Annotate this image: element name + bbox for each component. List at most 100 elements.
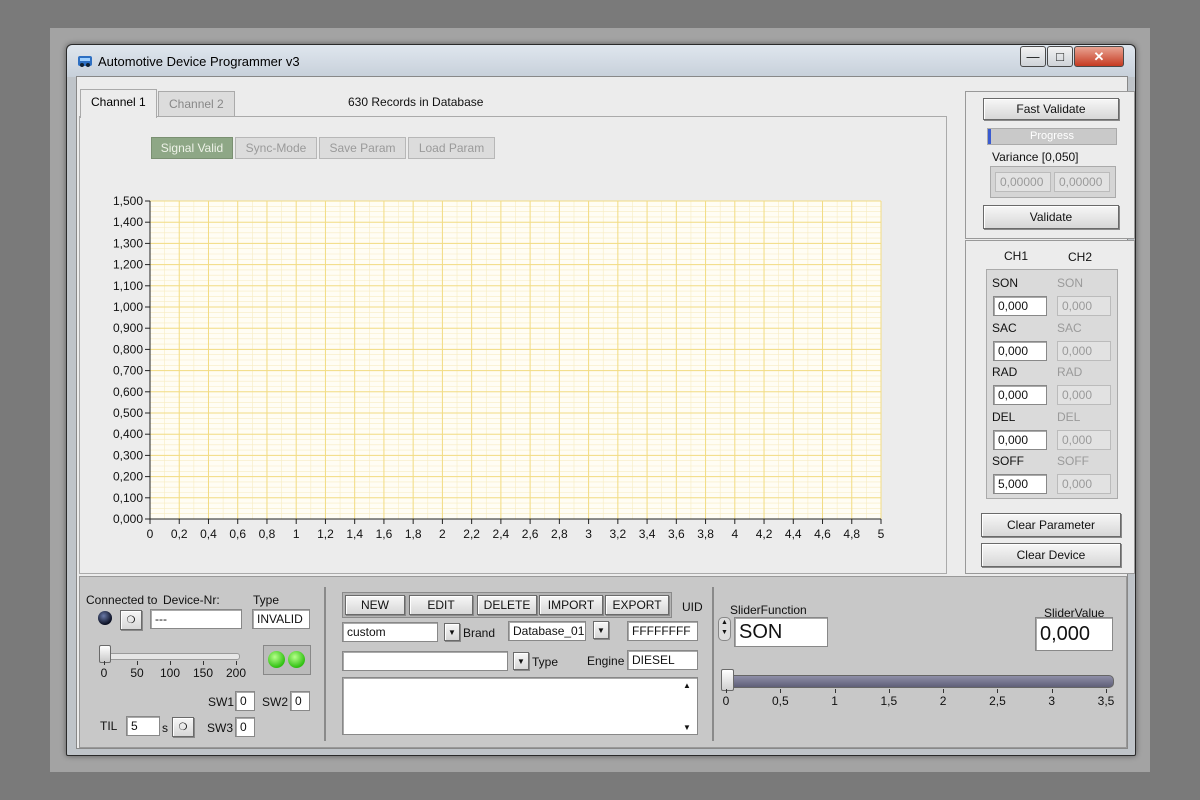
param-soff-label: SOFF bbox=[992, 454, 1024, 468]
stepper-up-icon: ▲ bbox=[721, 619, 728, 626]
main-slider-tick-label: 1 bbox=[831, 694, 838, 708]
import-button[interactable]: IMPORT bbox=[539, 595, 603, 615]
x-tick-label: 1 bbox=[293, 527, 300, 541]
clear-parameter-button[interactable]: Clear Parameter bbox=[981, 513, 1121, 537]
param-soff-ch1-field[interactable]: 5,000 bbox=[993, 474, 1047, 494]
main-slider-thumb[interactable] bbox=[721, 669, 734, 691]
tab-channel-1[interactable]: Channel 1 bbox=[80, 89, 157, 118]
til-button[interactable]: ❍ bbox=[172, 717, 194, 737]
x-tick-label: 2,6 bbox=[522, 527, 539, 541]
til-label: TIL bbox=[100, 719, 118, 733]
device-slider-thumb[interactable] bbox=[99, 645, 111, 663]
engine-field[interactable]: DIESEL bbox=[627, 650, 698, 670]
param-sac-ch1-field[interactable]: 0,000 bbox=[993, 340, 1047, 361]
brand-dropdown-button[interactable]: ▼ bbox=[444, 623, 460, 641]
edit-button[interactable]: EDIT bbox=[409, 595, 473, 615]
device-slider-tick bbox=[137, 661, 138, 665]
validate-button[interactable]: Validate bbox=[983, 205, 1119, 229]
device-slider-tick-label: 0 bbox=[100, 666, 108, 680]
param-soff-ch2-field: 0,000 bbox=[1057, 474, 1111, 494]
main-slider-tick bbox=[1106, 689, 1107, 693]
sw2-label: SW2 bbox=[262, 695, 289, 709]
fast-validate-button[interactable]: Fast Validate bbox=[983, 98, 1119, 120]
progress-label: Progress bbox=[1029, 130, 1075, 142]
sw3-field[interactable]: 0 bbox=[235, 717, 255, 737]
device-nr-field[interactable]: --- bbox=[150, 609, 242, 629]
new-button[interactable]: NEW bbox=[345, 595, 405, 615]
x-tick-label: 2,2 bbox=[463, 527, 480, 541]
maximize-button[interactable]: □ bbox=[1047, 46, 1073, 67]
device-slider-track[interactable] bbox=[102, 653, 240, 660]
param-son-ch1-field[interactable]: 0,000 bbox=[993, 296, 1047, 316]
y-tick-label: 0,300 bbox=[113, 448, 143, 462]
x-tick-label: 0,4 bbox=[200, 527, 217, 541]
variance-group: 0,00000 0,00000 bbox=[990, 166, 1116, 198]
param-del-ch1-field[interactable]: 0,000 bbox=[993, 429, 1047, 450]
param-rad-label: RAD bbox=[992, 365, 1018, 379]
app-icon bbox=[78, 56, 92, 67]
parameter-grid: SON SON 0,000 0,000 SAC SAC 0,000 0,000 RAD RAD 0,… bbox=[986, 269, 1118, 499]
connect-button[interactable]: ❍ bbox=[120, 610, 142, 630]
signal-chart: 0,000 0,100 0,200 0,300 0,400 0,500 0,600 0,700… bbox=[113, 194, 885, 541]
save-param-button[interactable]: Save Param bbox=[319, 137, 406, 159]
load-param-button[interactable]: Load Param bbox=[408, 137, 495, 159]
tab-channel-2[interactable]: Channel 2 bbox=[158, 91, 235, 118]
export-button[interactable]: EXPORT bbox=[605, 595, 669, 615]
param-sac-ch2-label: SAC bbox=[1057, 320, 1082, 335]
main-slider-tick bbox=[780, 689, 782, 693]
slider-function-field[interactable]: SON bbox=[734, 617, 828, 647]
sync-mode-button[interactable]: Sync-Mode bbox=[235, 137, 317, 159]
device-slider-tick-label: 150 bbox=[192, 666, 214, 680]
scroll-down-icon[interactable]: ▼ bbox=[683, 723, 691, 732]
notes-textarea[interactable] bbox=[342, 677, 698, 735]
variance-value-1: 0,00000 bbox=[995, 172, 1051, 192]
slider-function-stepper[interactable]: ▲ ▼ bbox=[718, 617, 731, 641]
x-tick-label: 2 bbox=[439, 527, 446, 541]
slider-function-label: SliderFunction bbox=[730, 603, 807, 617]
device-slider-tick bbox=[104, 661, 105, 665]
y-tick-label: 1,400 bbox=[113, 215, 143, 229]
main-slider-track[interactable] bbox=[722, 675, 1114, 688]
slider-value-field[interactable]: 0,000 bbox=[1035, 617, 1113, 651]
title-bar[interactable]: Automotive Device Programmer v3 — □ ✕ bbox=[67, 45, 1135, 77]
variance-value-2: 0,00000 bbox=[1054, 172, 1110, 192]
variance-label: Variance [0,050] bbox=[992, 150, 1079, 164]
til-field[interactable]: 5 bbox=[126, 716, 160, 736]
main-slider-tick-label: 0,5 bbox=[771, 694, 789, 708]
connect-icon: ❍ bbox=[126, 614, 136, 626]
type-text-field[interactable] bbox=[342, 651, 508, 671]
x-tick-label: 1,6 bbox=[376, 527, 393, 541]
y-tick-label: 0,000 bbox=[113, 512, 143, 526]
client-area: Channel 1 Channel 2 630 Records in Datab… bbox=[76, 76, 1135, 749]
scroll-up-icon[interactable]: ▲ bbox=[683, 681, 691, 690]
minimize-button[interactable]: — bbox=[1020, 46, 1046, 67]
x-tick-label: 3,2 bbox=[609, 527, 626, 541]
param-del-ch2-label: DEL bbox=[1057, 409, 1081, 424]
database-select[interactable]: Database_01 bbox=[508, 621, 586, 641]
signal-valid-button[interactable]: Signal Valid bbox=[151, 137, 233, 159]
database-dropdown-button[interactable]: ▼ bbox=[593, 621, 609, 639]
param-rad-ch1-field[interactable]: 0,000 bbox=[993, 385, 1047, 405]
uid-label: UID bbox=[682, 600, 703, 614]
param-del-label: DEL bbox=[992, 409, 1016, 424]
type-dropdown-button[interactable]: ▼ bbox=[513, 652, 529, 670]
uid-field[interactable]: FFFFFFFF bbox=[627, 621, 698, 641]
til-unit-label: s bbox=[162, 721, 168, 735]
main-slider-tick-label: 1,5 bbox=[880, 694, 898, 708]
x-tick-label: 0,8 bbox=[259, 527, 276, 541]
sw1-label: SW1 bbox=[208, 695, 235, 709]
close-button[interactable]: ✕ bbox=[1074, 46, 1124, 67]
y-tick-label: 0,800 bbox=[113, 342, 143, 356]
delete-button[interactable]: DELETE bbox=[477, 595, 537, 615]
sw2-field[interactable]: 0 bbox=[290, 691, 310, 711]
progress-bar: Progress bbox=[987, 128, 1117, 145]
x-tick-label: 0,2 bbox=[171, 527, 188, 541]
connection-led-icon bbox=[98, 611, 112, 625]
x-tick-label: 1,8 bbox=[405, 527, 422, 541]
x-tick-label: 2,8 bbox=[551, 527, 568, 541]
custom-field[interactable]: custom bbox=[342, 622, 438, 642]
sw1-field[interactable]: 0 bbox=[235, 691, 255, 711]
x-tick-label: 4,6 bbox=[814, 527, 831, 541]
clear-device-button[interactable]: Clear Device bbox=[981, 543, 1121, 567]
x-tick-label: 3,8 bbox=[697, 527, 714, 541]
